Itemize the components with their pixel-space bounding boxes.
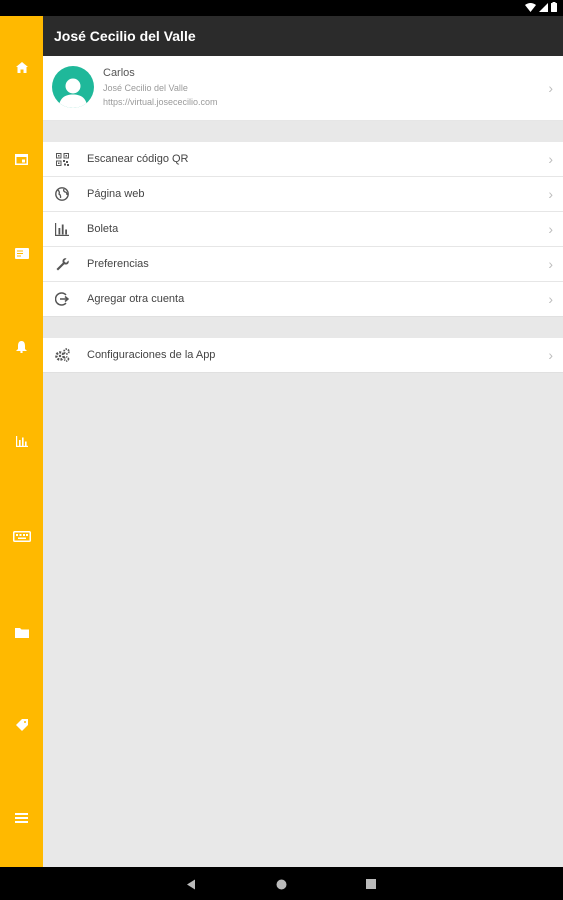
rail-files[interactable] [0,618,43,646]
wifi-icon [525,2,536,12]
menu-item-label: Preferencias [87,258,149,270]
account-institution: José Cecilio del Valle [103,83,188,93]
calendar-icon [15,154,28,165]
menu-item-label: Agregar otra cuenta [87,293,185,305]
account-name: Carlos [103,67,135,79]
recents-button[interactable] [363,876,379,892]
chevron-right-icon: › [548,186,553,202]
status-bar [0,0,563,16]
menu-icon [15,813,28,823]
home-circle-icon [276,879,286,889]
bell-icon [16,341,27,353]
side-rail [0,16,43,867]
menu-item-preferences[interactable]: Preferencias › [43,247,563,282]
menu-item-label: Boleta [87,223,119,235]
menu-item-label: Escanear código QR [87,153,189,165]
tag-icon [15,719,28,731]
battery-icon [551,2,557,12]
rail-menu[interactable] [0,804,43,832]
wrench-icon [54,256,70,272]
home-icon [15,61,28,73]
bar-chart-icon [54,221,70,237]
chevron-right-icon: › [548,151,553,167]
system-nav-bar [0,867,563,900]
rail-notifications[interactable] [0,333,43,361]
signal-icon [539,2,548,12]
chevron-right-icon: › [548,256,553,272]
menu-item-report-card[interactable]: Boleta › [43,212,563,247]
menu-item-scan-qr[interactable]: Escanear código QR › [43,142,563,177]
gears-icon [54,347,70,363]
rail-book[interactable] [0,239,43,267]
folder-icon [14,627,29,638]
menu-item-label: Configuraciones de la App [87,349,216,361]
rail-calendar[interactable] [0,145,43,173]
chart-icon [15,435,28,447]
rail-home[interactable] [0,53,43,81]
keyboard-icon [12,530,31,542]
app-title: José Cecilio del Valle [54,28,196,44]
chevron-right-icon: › [548,80,553,96]
chevron-right-icon: › [548,347,553,363]
home-button[interactable] [273,876,289,892]
globe-icon [54,186,70,202]
add-account-icon [54,291,70,307]
book-icon [14,247,29,259]
menu-item-app-settings[interactable]: Configuraciones de la App › [43,338,563,373]
rail-keyboard[interactable] [0,522,43,550]
chevron-right-icon: › [548,221,553,237]
chevron-right-icon: › [548,291,553,307]
screen: José Cecilio del Valle Carlos José Cecil… [0,0,563,900]
account-url: https://virtual.josececilio.com [103,97,218,107]
app-bar: José Cecilio del Valle [43,16,563,56]
back-triangle-icon [187,879,195,889]
menu-item-add-account[interactable]: Agregar otra cuenta › [43,282,563,317]
avatar [52,66,94,108]
user-icon [59,78,87,108]
menu-item-label: Página web [87,188,145,200]
qr-code-icon [54,151,70,167]
menu-item-website[interactable]: Página web › [43,177,563,212]
rail-grades[interactable] [0,427,43,455]
menu-group-main: Escanear código QR › Página web › Boleta… [43,142,563,317]
rail-tags[interactable] [0,711,43,739]
back-button[interactable] [183,876,199,892]
recents-square-icon [366,879,376,889]
account-card[interactable]: Carlos José Cecilio del Valle https://vi… [43,56,563,121]
menu-group-settings: Configuraciones de la App › [43,338,563,373]
main-content: Carlos José Cecilio del Valle https://vi… [43,56,563,867]
